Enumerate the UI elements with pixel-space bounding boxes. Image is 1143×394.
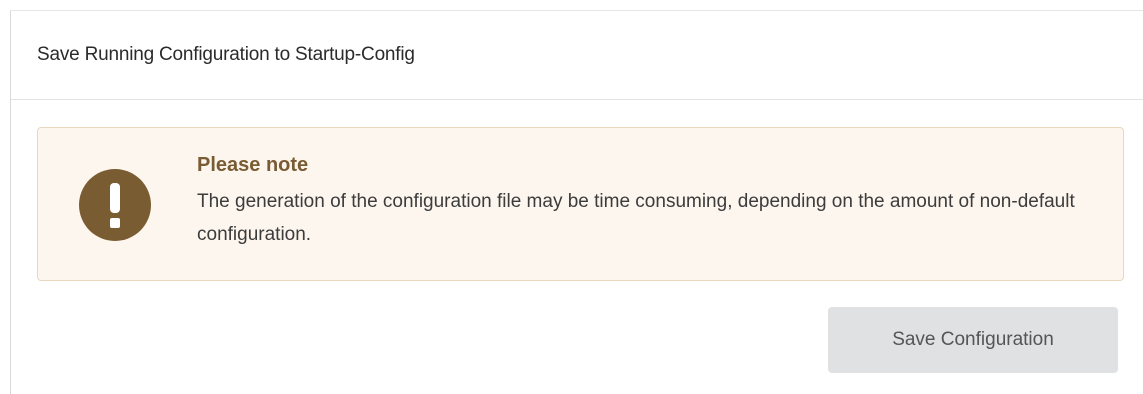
save-config-panel: Save Running Configuration to Startup-Co… [10, 10, 1143, 394]
warning-alert: Please note The generation of the config… [37, 127, 1124, 281]
alert-heading: Please note [197, 154, 309, 176]
alert-message: The generation of the configuration file… [197, 191, 1075, 245]
panel-title: Save Running Configuration to Startup-Co… [37, 44, 415, 65]
panel-header: Save Running Configuration to Startup-Co… [11, 11, 1143, 100]
save-configuration-button[interactable]: Save Configuration [828, 307, 1118, 373]
exclamation-circle-icon [79, 169, 151, 241]
